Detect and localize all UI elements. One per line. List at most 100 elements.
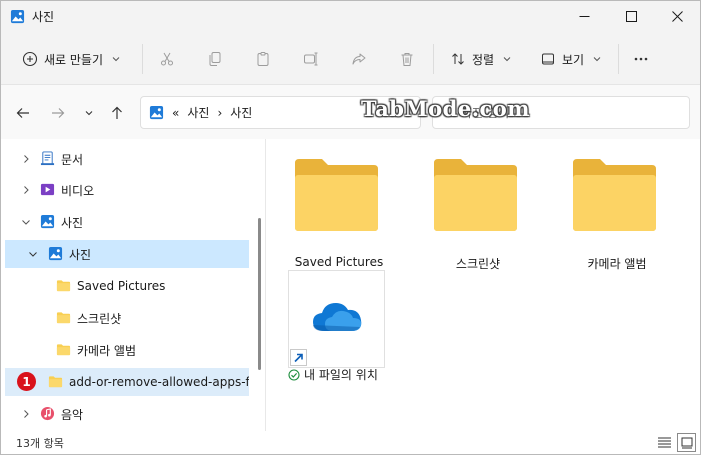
window-title: 사진: [32, 10, 55, 24]
sidebar-item-label: 사진: [61, 215, 84, 230]
pictures-icon: [48, 246, 63, 261]
delete-button[interactable]: [399, 45, 415, 73]
sort-button-label: 정렬: [472, 52, 495, 67]
share-button[interactable]: [351, 45, 367, 73]
address-row: « 사진 › 사진 사진 검색: [1, 85, 700, 139]
synced-check-icon: [288, 368, 300, 381]
breadcrumb-separator-icon: ›: [217, 105, 223, 120]
videos-icon: [40, 183, 55, 196]
more-icon: [634, 57, 648, 61]
shortcut-tile[interactable]: [288, 270, 385, 368]
view-icon: [542, 53, 554, 65]
trash-icon: [401, 53, 413, 66]
chevron-down-icon: [22, 220, 30, 225]
folder-tile-saved-pictures[interactable]: Saved Pictures: [291, 151, 387, 271]
chevron-down-icon: [593, 57, 601, 62]
folder-icon: [56, 344, 71, 356]
close-button[interactable]: [654, 1, 700, 32]
chevron-right-icon: [24, 186, 29, 194]
folder-label: Saved Pictures: [294, 255, 384, 269]
sidebar-item-label: 사진: [69, 247, 92, 262]
back-button[interactable]: [13, 103, 33, 123]
shortcut-label-row: 내 파일의 위치: [288, 366, 378, 383]
view-button[interactable]: 보기: [540, 45, 601, 73]
folder-icon: [295, 159, 378, 231]
sort-button[interactable]: 정렬: [450, 45, 511, 73]
recent-locations-button[interactable]: [79, 103, 99, 123]
pictures-icon: [149, 105, 164, 120]
sidebar-item-pictures[interactable]: 사진: [5, 208, 249, 236]
sidebar-item-videos[interactable]: 비디오: [5, 176, 249, 204]
copy-button[interactable]: [207, 45, 223, 73]
pane-divider[interactable]: [265, 139, 266, 431]
title-bar: 사진: [1, 1, 700, 32]
sidebar-item-label: 스크린샷: [77, 311, 122, 326]
sidebar-item-label: 카메라 앨범: [77, 343, 137, 358]
command-bar: 새로 만들기 정렬 보기: [1, 32, 700, 85]
breadcrumb-item[interactable]: 사진: [230, 104, 252, 121]
chevron-down-icon: [112, 57, 120, 62]
music-icon: [40, 406, 55, 421]
chevron-down-icon: [29, 252, 37, 257]
onedrive-icon: [313, 303, 362, 331]
details-view-button[interactable]: [655, 433, 674, 452]
new-button[interactable]: 새로 만들기: [22, 45, 120, 73]
breadcrumb-item[interactable]: 사진: [187, 104, 209, 121]
toolbar-separator: [142, 44, 143, 74]
sidebar-item-documents[interactable]: 문서: [5, 145, 249, 173]
new-button-label: 새로 만들기: [44, 52, 104, 67]
large-icons-view-button[interactable]: [677, 433, 696, 452]
share-icon: [352, 53, 366, 65]
sidebar-item-pictures-selected[interactable]: 사진: [5, 240, 249, 268]
toolbar-separator: [433, 44, 434, 74]
sidebar-item-camera-roll[interactable]: 카메라 앨범: [5, 336, 249, 364]
folder-icon: [434, 159, 517, 231]
pictures-app-icon: [10, 9, 25, 24]
folder-icon: [56, 312, 71, 324]
arrow-up-icon: [112, 106, 122, 119]
navigation-pane: 문서 비디오 사진 사진 Saved Pictures 스크린샷 카메라 앨범 …: [1, 139, 263, 429]
arrow-right-icon: [52, 108, 65, 118]
sidebar-item-label: 문서: [61, 152, 84, 167]
sidebar-scrollbar[interactable]: [258, 218, 261, 370]
folder-tile-screenshots[interactable]: 스크린샷: [430, 151, 526, 271]
watermark: TabMode.com: [361, 96, 531, 121]
item-count: 13개 항목: [16, 437, 64, 450]
arrow-left-icon: [16, 108, 29, 118]
maximize-icon: [625, 11, 637, 22]
close-icon: [671, 11, 683, 22]
scissors-icon: [161, 52, 173, 66]
shortcut-label: 내 파일의 위치: [304, 368, 378, 382]
rename-button[interactable]: [303, 45, 319, 73]
folder-tile-camera-roll[interactable]: 카메라 앨범: [569, 151, 665, 271]
more-options-button[interactable]: [633, 45, 649, 73]
step-badge: 1: [17, 372, 36, 391]
overflow-chevron[interactable]: «: [172, 106, 179, 120]
clipboard-icon: [257, 52, 269, 66]
paste-button[interactable]: [255, 45, 271, 73]
sidebar-item-label: 음악: [61, 407, 84, 422]
chevron-down-icon: [503, 57, 511, 62]
maximize-button[interactable]: [608, 1, 654, 32]
explorer-window: 사진 새로 만들기 정렬 보기 « 사진 › 사진 사진 검색 TabMode.…: [0, 0, 701, 455]
chevron-right-icon: [24, 410, 29, 418]
minimize-icon: [579, 16, 589, 17]
sidebar-item-label: Saved Pictures: [77, 279, 166, 293]
forward-button[interactable]: [48, 103, 68, 123]
chevron-down-icon: [85, 111, 93, 116]
sidebar-item-music[interactable]: 음악: [5, 400, 249, 428]
pictures-icon: [40, 214, 55, 229]
copy-icon: [209, 52, 221, 66]
details-view-icon: [658, 437, 671, 448]
minimize-button[interactable]: [561, 1, 607, 32]
sidebar-item-screenshots[interactable]: 스크린샷: [5, 304, 249, 332]
folder-icon: [56, 280, 71, 292]
cut-button[interactable]: [159, 45, 175, 73]
sidebar-item-saved-pictures[interactable]: Saved Pictures: [5, 272, 249, 300]
folder-label: 스크린샷: [455, 257, 501, 271]
sidebar-item-label: 비디오: [61, 183, 95, 198]
sidebar-item-new-folder[interactable]: 1 add-or-remove-allowed-apps-folc: [5, 368, 249, 396]
toolbar-separator: [618, 44, 619, 74]
sort-icon: [452, 53, 464, 65]
up-button[interactable]: [107, 103, 127, 123]
